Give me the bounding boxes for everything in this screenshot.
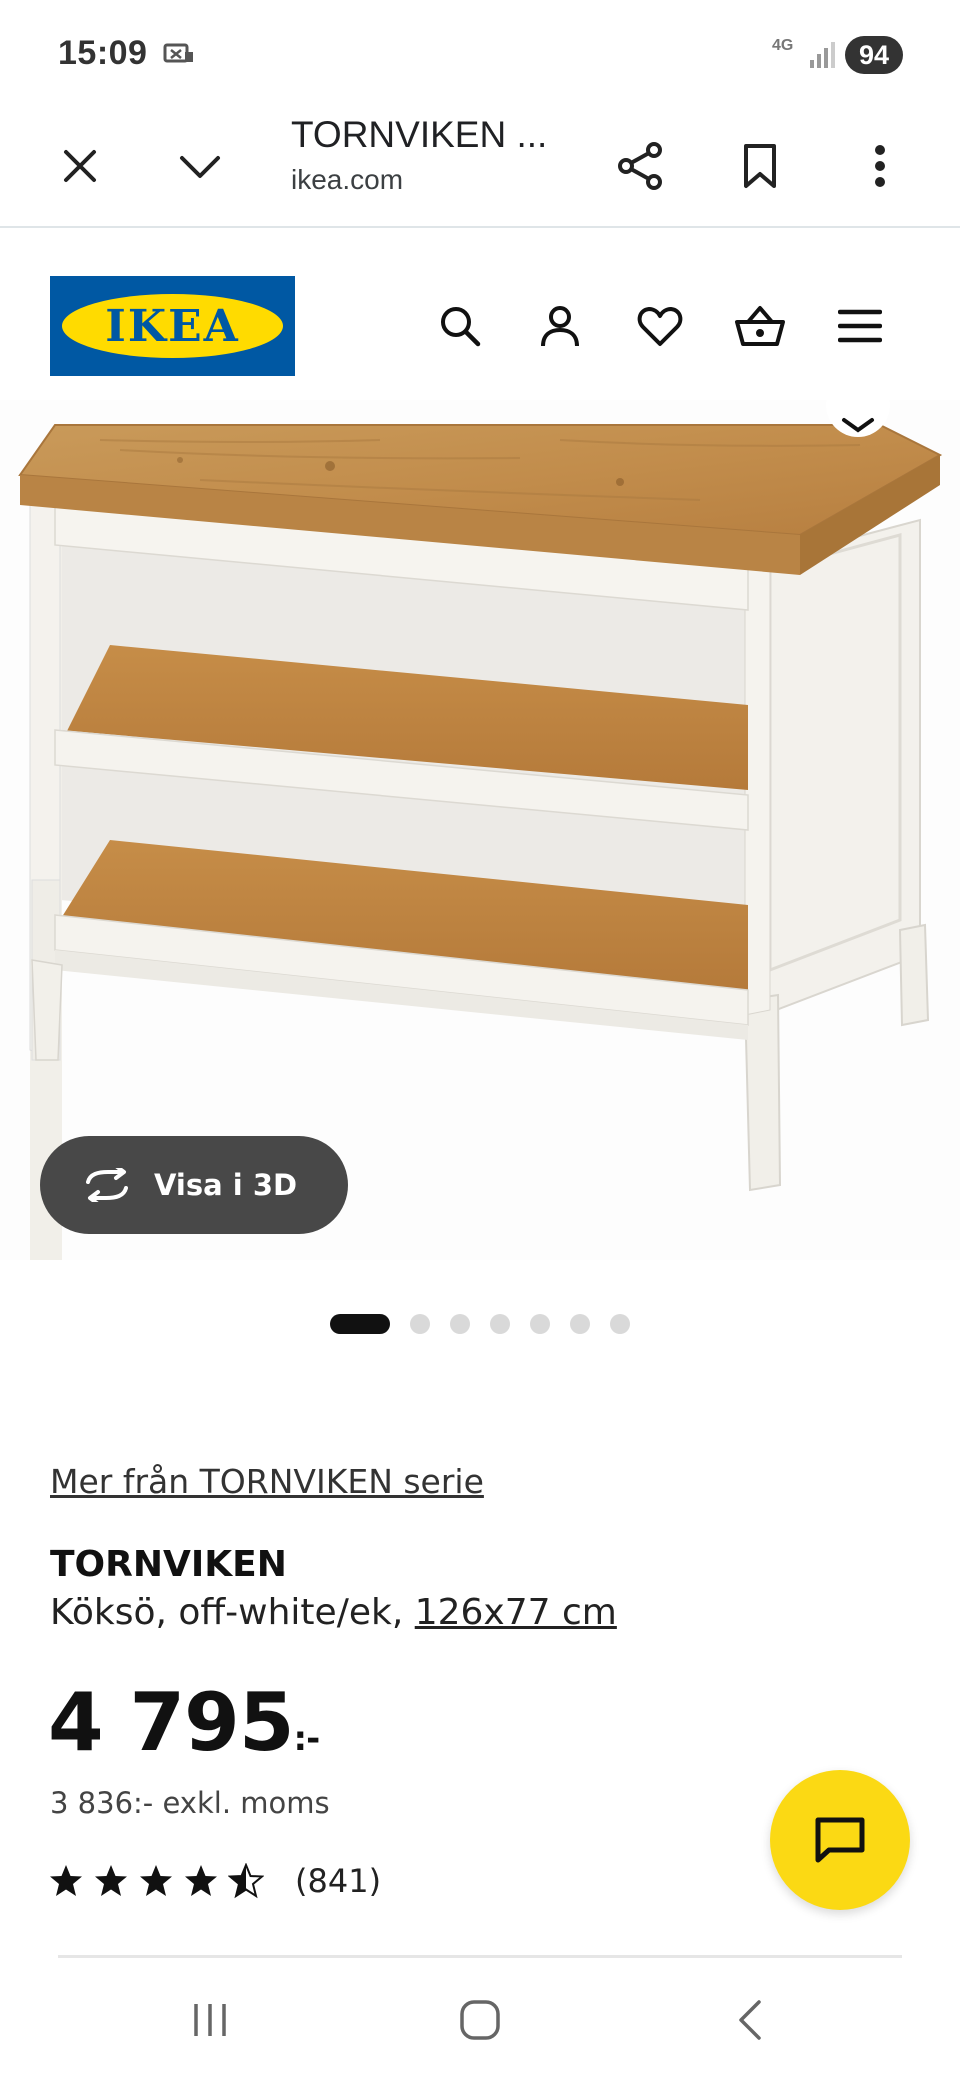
signal-icon xyxy=(810,42,835,68)
product-type: Köksö, off-white/ek, xyxy=(50,1592,415,1633)
more-options-button[interactable] xyxy=(840,126,920,206)
product-rating[interactable]: (841) xyxy=(48,1862,381,1900)
network-type: 4G xyxy=(772,37,794,54)
star-full-icon xyxy=(50,1865,82,1896)
gallery-dot[interactable] xyxy=(410,1314,430,1334)
favorites-button[interactable] xyxy=(630,296,690,356)
status-bar: 15:09 4G 94 xyxy=(0,0,960,110)
site-header: IKEA xyxy=(0,230,960,400)
bookmark-icon xyxy=(744,144,776,188)
price-excl-vat: 3 836:- exkl. moms xyxy=(50,1786,330,1820)
minimize-button[interactable] xyxy=(160,126,240,206)
star-full-icon xyxy=(185,1865,217,1896)
product-price: 4 795:- xyxy=(48,1676,321,1769)
system-navigation-bar xyxy=(0,1960,960,2080)
close-icon xyxy=(64,150,96,182)
heart-icon xyxy=(637,307,683,346)
home-button[interactable] xyxy=(430,1980,530,2060)
notification-icon xyxy=(163,43,193,63)
status-time: 15:09 xyxy=(58,34,148,72)
rotate-3d-icon xyxy=(86,1168,128,1202)
size-link[interactable]: 126x77 cm xyxy=(415,1592,617,1633)
gallery-dot[interactable] xyxy=(490,1314,510,1334)
back-button[interactable] xyxy=(700,1980,800,2060)
chat-icon xyxy=(815,1817,865,1863)
ikea-logo[interactable]: IKEA xyxy=(50,276,295,376)
hamburger-menu-icon xyxy=(838,309,882,343)
chevron-down-icon xyxy=(180,156,220,178)
rating-count: (841) xyxy=(295,1862,382,1900)
gallery-dot[interactable] xyxy=(450,1314,470,1334)
divider xyxy=(58,1955,902,1958)
series-link[interactable]: Mer från TORNVIKEN serie xyxy=(50,1462,484,1501)
product-name: TORNVIKEN xyxy=(50,1544,287,1585)
product-image-gallery[interactable]: Visa i 3D xyxy=(0,400,960,1260)
account-button[interactable] xyxy=(530,296,590,356)
logo-text: IKEA xyxy=(105,300,240,352)
star-full-icon xyxy=(95,1865,127,1896)
star-full-icon xyxy=(140,1865,172,1896)
chat-button[interactable] xyxy=(770,1770,910,1910)
price-value: 4 795 xyxy=(48,1676,295,1769)
kitchen-island-image xyxy=(18,400,943,1260)
price-suffix: :- xyxy=(293,1719,321,1759)
more-vert-icon xyxy=(875,145,885,187)
cart-button[interactable] xyxy=(730,296,790,356)
basket-icon xyxy=(735,306,785,346)
recent-apps-button[interactable] xyxy=(160,1980,260,2060)
view-3d-label: Visa i 3D xyxy=(154,1168,298,1202)
gallery-dot[interactable] xyxy=(330,1314,390,1334)
gallery-dot[interactable] xyxy=(570,1314,590,1334)
recent-apps-icon xyxy=(194,2004,226,2036)
share-icon xyxy=(618,142,662,190)
page-title: TORNVIKEN ... xyxy=(291,114,548,155)
battery-indicator: 94 xyxy=(845,36,903,74)
view-3d-button[interactable]: Visa i 3D xyxy=(40,1136,348,1234)
home-icon xyxy=(460,2000,500,2040)
gallery-dot[interactable] xyxy=(530,1314,550,1334)
page-url: ikea.com xyxy=(291,164,404,195)
share-button[interactable] xyxy=(600,126,680,206)
bookmark-button[interactable] xyxy=(720,126,800,206)
search-button[interactable] xyxy=(430,296,490,356)
browser-toolbar: TORNVIKEN ... ikea.com xyxy=(0,110,960,228)
search-icon xyxy=(441,307,481,347)
user-icon xyxy=(541,306,579,347)
menu-button[interactable] xyxy=(830,296,890,356)
star-half-icon xyxy=(228,1863,264,1899)
back-icon xyxy=(739,2000,761,2040)
gallery-pagination xyxy=(0,1312,960,1336)
product-description: Köksö, off-white/ek, 126x77 cm xyxy=(50,1592,617,1633)
gallery-dot[interactable] xyxy=(610,1314,630,1334)
close-tab-button[interactable] xyxy=(40,126,120,206)
